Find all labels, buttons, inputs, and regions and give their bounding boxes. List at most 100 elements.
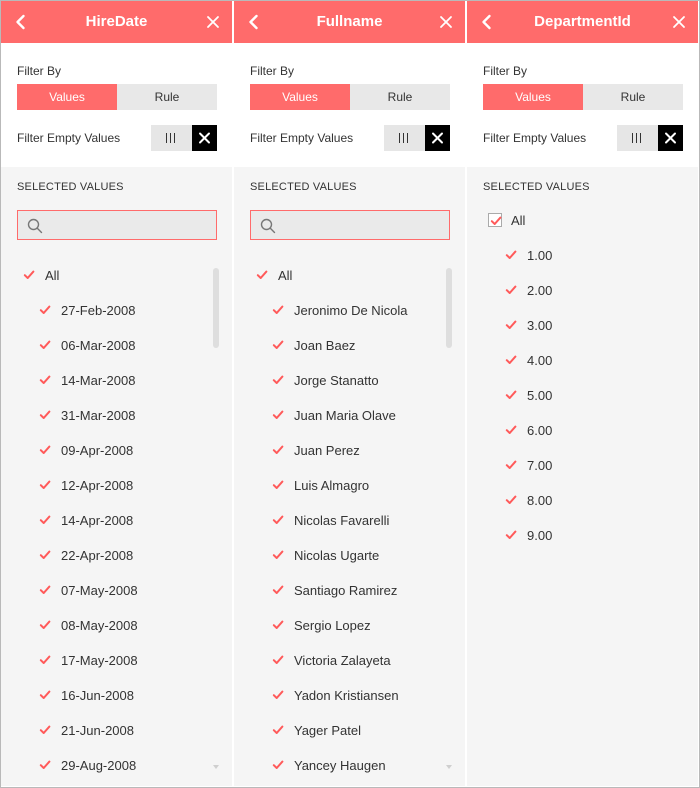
checkbox-checked-icon[interactable]	[504, 318, 518, 332]
checkbox-checked-icon[interactable]	[504, 248, 518, 262]
tab-rule[interactable]: Rule	[583, 84, 683, 110]
checkbox-checked-icon[interactable]	[38, 478, 52, 492]
toggle-on-option[interactable]	[151, 125, 192, 151]
tab-values[interactable]: Values	[250, 84, 350, 110]
checkbox-checked-icon[interactable]	[504, 283, 518, 297]
checkbox-checked-icon[interactable]	[271, 548, 285, 562]
list-item[interactable]: 14-Apr-2008	[38, 509, 133, 531]
checkbox-checked-icon[interactable]	[504, 458, 518, 472]
checkbox-checked-icon[interactable]	[38, 338, 52, 352]
list-item[interactable]: Juan Perez	[271, 439, 360, 461]
checkbox-checked-icon[interactable]	[504, 388, 518, 402]
search-input[interactable]	[17, 210, 217, 240]
list-item[interactable]: 3.00	[504, 314, 552, 336]
select-all-item[interactable]: All	[255, 264, 292, 286]
checkbox-checked-icon[interactable]	[271, 723, 285, 737]
checkbox-checked-icon[interactable]	[38, 723, 52, 737]
toggle-on-option[interactable]	[617, 125, 658, 151]
list-item[interactable]: 6.00	[504, 419, 552, 441]
list-item[interactable]: 7.00	[504, 454, 552, 476]
list-item[interactable]: Yancey Haugen	[271, 754, 386, 776]
scroll-up-arrow-icon[interactable]	[446, 262, 452, 275]
scrollbar-thumb[interactable]	[446, 268, 452, 348]
close-icon[interactable]	[437, 13, 455, 31]
list-item[interactable]: Joan Baez	[271, 334, 355, 356]
checkbox-checked-icon[interactable]	[38, 653, 52, 667]
checkbox-checked-icon[interactable]	[271, 758, 285, 772]
list-item[interactable]: 17-May-2008	[38, 649, 138, 671]
checkbox-checked-icon[interactable]	[271, 513, 285, 527]
list-item[interactable]: 4.00	[504, 349, 552, 371]
toggle-off-x-icon[interactable]	[192, 125, 217, 151]
checkbox-checked-icon[interactable]	[38, 443, 52, 457]
list-item[interactable]: Jeronimo De Nicola	[271, 299, 407, 321]
checkbox-checked-icon[interactable]	[271, 618, 285, 632]
checkbox-checked-icon[interactable]	[38, 758, 52, 772]
checkbox-checked-icon[interactable]	[271, 653, 285, 667]
list-item[interactable]: 31-Mar-2008	[38, 404, 135, 426]
list-item[interactable]: 8.00	[504, 489, 552, 511]
list-item[interactable]: 14-Mar-2008	[38, 369, 135, 391]
checkbox-checked-icon[interactable]	[38, 373, 52, 387]
checkbox-checked-icon[interactable]	[271, 408, 285, 422]
list-item[interactable]: 22-Apr-2008	[38, 544, 133, 566]
list-item[interactable]: 09-Apr-2008	[38, 439, 133, 461]
checkbox-checked-icon[interactable]	[38, 618, 52, 632]
tab-values[interactable]: Values	[17, 84, 117, 110]
list-item[interactable]: Santiago Ramirez	[271, 579, 397, 601]
checkbox-checked-icon[interactable]	[38, 303, 52, 317]
list-item[interactable]: 12-Apr-2008	[38, 474, 133, 496]
scroll-down-arrow-icon[interactable]	[446, 757, 452, 769]
scroll-up-arrow-icon[interactable]	[213, 262, 219, 275]
checkbox-checked-icon[interactable]	[504, 528, 518, 542]
list-item[interactable]: Luis Almagro	[271, 474, 369, 496]
checkbox-checked-icon[interactable]	[38, 548, 52, 562]
list-item[interactable]: Nicolas Favarelli	[271, 509, 389, 531]
filter-empty-values-toggle[interactable]	[617, 125, 683, 151]
tab-rule[interactable]: Rule	[117, 84, 217, 110]
list-item[interactable]: 21-Jun-2008	[38, 719, 134, 741]
list-item[interactable]: 9.00	[504, 524, 552, 546]
search-input[interactable]	[250, 210, 450, 240]
list-item[interactable]: Yadon Kristiansen	[271, 684, 399, 706]
checkbox-checked-icon[interactable]	[255, 268, 269, 282]
list-item[interactable]: 16-Jun-2008	[38, 684, 134, 706]
close-icon[interactable]	[670, 13, 688, 31]
checkbox-checked-icon[interactable]	[271, 303, 285, 317]
select-all-item[interactable]: All	[22, 264, 59, 286]
filter-empty-values-toggle[interactable]	[384, 125, 450, 151]
list-item[interactable]: 27-Feb-2008	[38, 299, 135, 321]
toggle-off-x-icon[interactable]	[658, 125, 683, 151]
checkbox-checked-icon[interactable]	[504, 423, 518, 437]
list-item[interactable]: Nicolas Ugarte	[271, 544, 379, 566]
checkbox-checked-icon[interactable]	[271, 373, 285, 387]
select-all-item[interactable]: All	[488, 209, 525, 231]
checkbox-checked-icon[interactable]	[38, 583, 52, 597]
checkbox-checked-icon[interactable]	[488, 213, 502, 227]
tab-rule[interactable]: Rule	[350, 84, 450, 110]
toggle-off-x-icon[interactable]	[425, 125, 450, 151]
tab-values[interactable]: Values	[483, 84, 583, 110]
checkbox-checked-icon[interactable]	[271, 338, 285, 352]
checkbox-checked-icon[interactable]	[22, 268, 36, 282]
checkbox-checked-icon[interactable]	[504, 493, 518, 507]
checkbox-checked-icon[interactable]	[38, 688, 52, 702]
list-item[interactable]: 06-Mar-2008	[38, 334, 135, 356]
checkbox-checked-icon[interactable]	[271, 583, 285, 597]
checkbox-checked-icon[interactable]	[38, 513, 52, 527]
list-item[interactable]: Juan Maria Olave	[271, 404, 396, 426]
checkbox-checked-icon[interactable]	[271, 688, 285, 702]
checkbox-checked-icon[interactable]	[271, 478, 285, 492]
close-icon[interactable]	[204, 13, 222, 31]
checkbox-checked-icon[interactable]	[271, 443, 285, 457]
scrollbar-thumb[interactable]	[213, 268, 219, 348]
scroll-down-arrow-icon[interactable]	[213, 757, 219, 769]
list-item[interactable]: 07-May-2008	[38, 579, 138, 601]
list-item[interactable]: 5.00	[504, 384, 552, 406]
toggle-on-option[interactable]	[384, 125, 425, 151]
checkbox-checked-icon[interactable]	[38, 408, 52, 422]
filter-empty-values-toggle[interactable]	[151, 125, 217, 151]
list-item[interactable]: 2.00	[504, 279, 552, 301]
checkbox-checked-icon[interactable]	[504, 353, 518, 367]
list-item[interactable]: Sergio Lopez	[271, 614, 371, 636]
